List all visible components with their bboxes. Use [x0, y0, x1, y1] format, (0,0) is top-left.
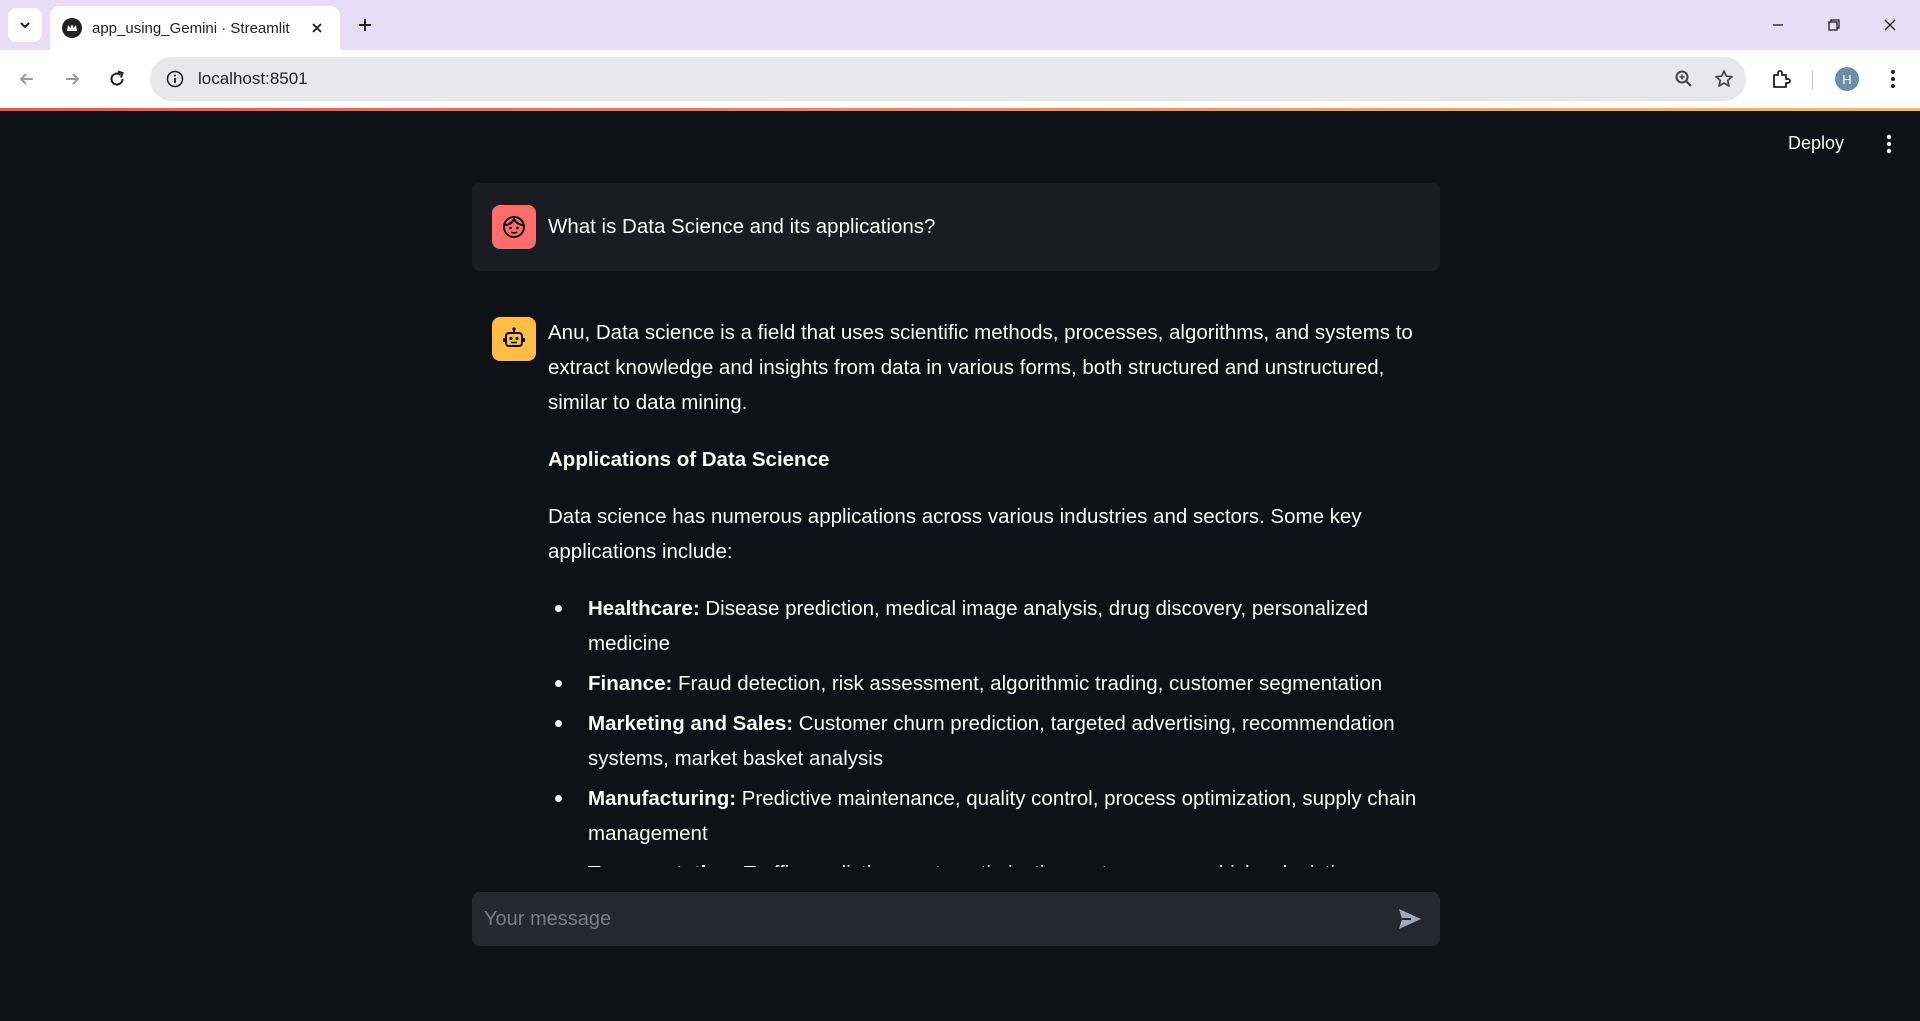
- browser-tab-bar: app_using_Gemini · Streamlit: [0, 0, 1920, 50]
- arrow-left-icon: [19, 73, 33, 85]
- address-bar[interactable]: localhost:8501: [150, 57, 1746, 101]
- applications-list: Healthcare: Disease prediction, medical …: [548, 591, 1420, 891]
- chevron-down-icon: [20, 22, 30, 29]
- close-window-button[interactable]: [1862, 0, 1918, 50]
- list-item-title: Manufacturing:: [588, 787, 737, 810]
- close-tab-icon[interactable]: [306, 17, 328, 39]
- zoom-icon[interactable]: [1666, 61, 1702, 97]
- assistant-intro: Anu, Data science is a field that uses s…: [548, 321, 1413, 414]
- robot-icon: [492, 317, 536, 361]
- arrow-right-icon: [66, 73, 80, 85]
- plus-icon: [359, 19, 371, 31]
- list-item-title: Finance:: [588, 672, 673, 695]
- user-message-text: What is Data Science and its application…: [548, 215, 936, 238]
- kebab-menu-icon: [1886, 134, 1892, 154]
- close-icon: [1884, 19, 1896, 31]
- list-item-title: Healthcare:: [588, 597, 700, 620]
- list-item-text: Fraud detection, risk assessment, algori…: [672, 672, 1383, 695]
- send-button[interactable]: [1392, 901, 1428, 937]
- list-item: Manufacturing: Predictive maintenance, q…: [548, 781, 1420, 851]
- streamlit-crown-icon: [62, 18, 82, 38]
- list-item-title: Marketing and Sales:: [588, 712, 794, 735]
- back-button[interactable]: [10, 62, 44, 96]
- list-item: Finance: Fraud detection, risk assessmen…: [548, 666, 1420, 701]
- restore-button[interactable]: [1806, 0, 1862, 50]
- reload-icon: [110, 70, 124, 86]
- list-item-text: Disease prediction, medical image analys…: [588, 597, 1369, 655]
- deploy-button[interactable]: Deploy: [1780, 127, 1852, 159]
- url-text: localhost:8501: [198, 69, 308, 88]
- browser-tab[interactable]: app_using_Gemini · Streamlit: [50, 6, 340, 50]
- assistant-paragraph: Data science has numerous applications a…: [548, 505, 1362, 563]
- list-item: Marketing and Sales: Customer churn pred…: [548, 706, 1420, 776]
- bookmark-star-icon[interactable]: [1706, 61, 1742, 97]
- applications-heading: Applications of Data Science: [548, 448, 830, 471]
- new-tab-button[interactable]: [350, 10, 380, 40]
- user-chat-message: What is Data Science and its application…: [472, 183, 1440, 271]
- streamlit-app: Deploy What is Data Science and its appl…: [0, 111, 1920, 1021]
- list-item: Healthcare: Disease prediction, medical …: [548, 591, 1420, 661]
- minimize-icon: [1773, 24, 1783, 26]
- browser-toolbar: localhost:8501 H: [0, 50, 1920, 108]
- chat-input-box[interactable]: [472, 892, 1440, 946]
- chat-message-input[interactable]: [484, 907, 1392, 931]
- minimize-button[interactable]: [1750, 0, 1806, 50]
- puzzle-icon: [1773, 70, 1791, 88]
- tab-list-button[interactable]: [8, 8, 42, 42]
- profile-button[interactable]: H: [1830, 62, 1864, 96]
- browser-menu-button[interactable]: [1876, 62, 1910, 96]
- reload-button[interactable]: [100, 62, 134, 96]
- kebab-menu-icon: [1891, 70, 1895, 88]
- send-icon: [1399, 909, 1421, 929]
- toolbar-divider: [1812, 70, 1813, 90]
- restore-icon: [1828, 19, 1840, 31]
- tab-title: app_using_Gemini · Streamlit: [92, 19, 290, 37]
- extensions-button[interactable]: [1764, 62, 1798, 96]
- site-info-icon[interactable]: [162, 66, 188, 92]
- profile-avatar: H: [1835, 67, 1859, 91]
- forward-button[interactable]: [55, 62, 89, 96]
- app-menu-button[interactable]: [1872, 127, 1906, 161]
- user-face-icon: [492, 205, 536, 249]
